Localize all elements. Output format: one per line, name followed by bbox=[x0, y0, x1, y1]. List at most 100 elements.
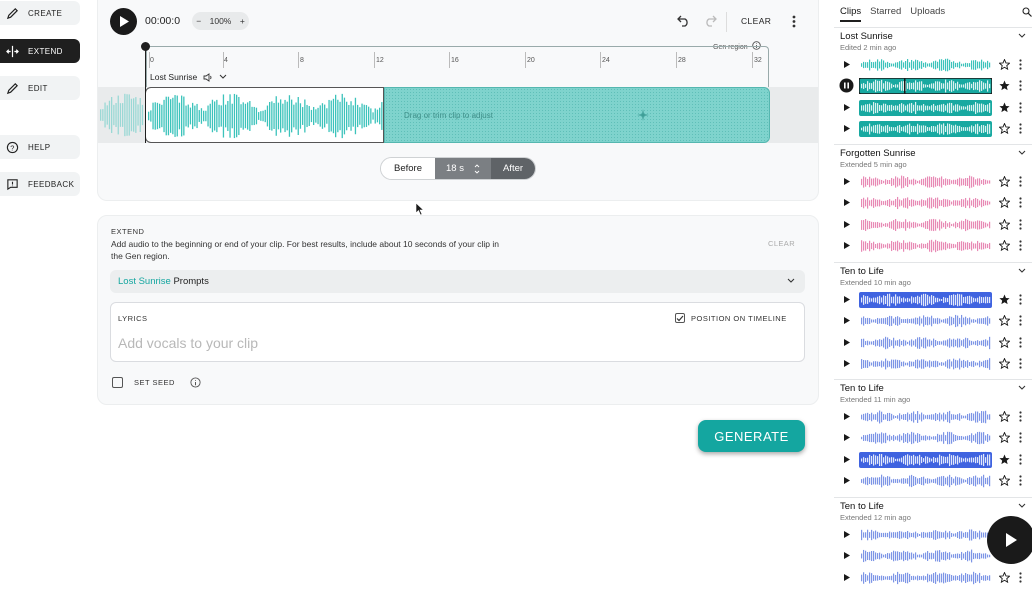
play-icon[interactable] bbox=[844, 455, 850, 463]
clear-extend-button[interactable]: CLEAR bbox=[768, 239, 795, 248]
clip-row[interactable] bbox=[834, 194, 1032, 212]
clip-waveform[interactable] bbox=[859, 430, 992, 446]
clip-waveform[interactable] bbox=[859, 99, 992, 116]
clip-waveform[interactable] bbox=[859, 356, 992, 372]
clip-row[interactable] bbox=[834, 408, 1032, 426]
clip-waveform[interactable] bbox=[859, 335, 992, 351]
play-icon[interactable] bbox=[844, 552, 850, 560]
more-vert-icon[interactable] bbox=[1019, 475, 1022, 486]
audio-clip[interactable] bbox=[145, 87, 384, 143]
clip-waveform[interactable] bbox=[859, 238, 992, 254]
play-icon[interactable] bbox=[844, 359, 850, 367]
tab-clips[interactable]: Clips bbox=[840, 6, 862, 22]
nav-feedback[interactable]: FEEDBACK bbox=[0, 172, 80, 196]
more-vert-icon[interactable] bbox=[1019, 240, 1022, 251]
clip-row[interactable] bbox=[834, 77, 1032, 95]
position-on-timeline-toggle[interactable]: POSITION ON TIMELINE bbox=[675, 313, 787, 323]
main-play-button[interactable] bbox=[110, 8, 137, 35]
chevron-down-icon[interactable] bbox=[1018, 503, 1026, 509]
more-vert-icon[interactable] bbox=[1019, 294, 1022, 305]
set-seed-toggle[interactable]: SET SEED bbox=[112, 377, 201, 388]
more-vert-icon[interactable] bbox=[1019, 176, 1022, 187]
chevron-down-icon[interactable] bbox=[219, 74, 227, 80]
clip-row[interactable] bbox=[834, 99, 1032, 117]
star-outline-icon[interactable] bbox=[999, 411, 1010, 422]
clip-row[interactable] bbox=[834, 334, 1032, 352]
clip-waveform[interactable] bbox=[859, 78, 992, 95]
star-filled-icon[interactable] bbox=[999, 102, 1010, 113]
tab-starred[interactable]: Starred bbox=[870, 6, 901, 22]
chevron-down-icon[interactable] bbox=[1018, 268, 1026, 274]
clip-row[interactable] bbox=[834, 472, 1032, 490]
play-icon[interactable] bbox=[844, 296, 850, 303]
clear-timeline-button[interactable]: CLEAR bbox=[741, 16, 771, 26]
star-outline-icon[interactable] bbox=[999, 315, 1010, 327]
nav-edit[interactable]: EDIT bbox=[0, 76, 80, 100]
play-icon[interactable] bbox=[844, 338, 850, 346]
clip-row[interactable] bbox=[834, 237, 1032, 255]
more-vert-icon[interactable] bbox=[1019, 336, 1022, 348]
chevron-down-icon[interactable] bbox=[1018, 33, 1026, 39]
star-outline-icon[interactable] bbox=[999, 357, 1010, 369]
more-vert-icon[interactable] bbox=[1019, 218, 1022, 230]
more-vert-icon[interactable] bbox=[1019, 411, 1022, 422]
more-vert-icon[interactable] bbox=[1019, 197, 1022, 208]
more-vert-icon[interactable] bbox=[1019, 432, 1022, 443]
clip-row[interactable] bbox=[834, 56, 1032, 74]
zoom-in-button[interactable]: + bbox=[240, 16, 245, 26]
nav-extend[interactable]: EXTEND bbox=[0, 39, 80, 63]
nav-create[interactable]: CREATE bbox=[0, 1, 80, 25]
volume-icon[interactable] bbox=[203, 72, 213, 82]
play-icon[interactable] bbox=[844, 476, 850, 484]
clip-waveform[interactable] bbox=[859, 217, 992, 233]
redo-button[interactable] bbox=[703, 14, 717, 28]
duration-stepper[interactable]: 18 s bbox=[435, 158, 491, 179]
clip-waveform[interactable] bbox=[859, 570, 992, 586]
more-options-button[interactable] bbox=[789, 14, 799, 28]
clip-waveform[interactable] bbox=[859, 409, 992, 425]
search-icon[interactable] bbox=[1022, 7, 1032, 17]
star-outline-icon[interactable] bbox=[999, 122, 1010, 134]
star-outline-icon[interactable] bbox=[999, 59, 1010, 70]
playhead[interactable] bbox=[145, 44, 146, 143]
clip-waveform[interactable] bbox=[859, 174, 992, 190]
play-icon[interactable] bbox=[844, 124, 850, 132]
star-outline-icon[interactable] bbox=[999, 474, 1010, 486]
tab-uploads[interactable]: Uploads bbox=[910, 6, 945, 22]
clip-waveform[interactable] bbox=[859, 57, 992, 73]
clip-row[interactable] bbox=[834, 173, 1032, 191]
lyrics-input[interactable] bbox=[110, 302, 805, 362]
play-icon[interactable] bbox=[844, 220, 850, 228]
floating-play-button[interactable] bbox=[987, 516, 1032, 564]
nav-help[interactable]: ? HELP bbox=[0, 135, 80, 159]
more-vert-icon[interactable] bbox=[1019, 59, 1022, 70]
clip-waveform[interactable] bbox=[859, 120, 992, 137]
clip-waveform[interactable] bbox=[859, 451, 992, 468]
star-outline-icon[interactable] bbox=[999, 432, 1010, 444]
checkbox-icon[interactable] bbox=[112, 377, 123, 388]
before-option[interactable]: Before bbox=[381, 158, 435, 179]
clip-row[interactable] bbox=[834, 569, 1032, 587]
star-filled-icon[interactable] bbox=[999, 294, 1010, 305]
after-option[interactable]: After bbox=[491, 158, 535, 179]
info-icon[interactable] bbox=[190, 377, 201, 388]
clip-waveform[interactable] bbox=[859, 195, 992, 211]
clip-row[interactable] bbox=[834, 216, 1032, 234]
play-icon[interactable] bbox=[844, 434, 850, 442]
play-icon[interactable] bbox=[844, 241, 850, 249]
generate-button[interactable]: GENERATE bbox=[698, 420, 805, 452]
clip-row[interactable] bbox=[834, 291, 1032, 309]
prompts-dropdown[interactable]: Lost Sunrise Prompts bbox=[110, 270, 805, 293]
star-filled-icon[interactable] bbox=[999, 80, 1010, 91]
play-icon[interactable] bbox=[844, 413, 850, 420]
playhead-handle[interactable] bbox=[141, 42, 150, 51]
play-icon[interactable] bbox=[844, 103, 850, 111]
star-outline-icon[interactable] bbox=[999, 571, 1010, 583]
play-icon[interactable] bbox=[844, 531, 850, 538]
star-outline-icon[interactable] bbox=[999, 218, 1010, 230]
clip-row[interactable] bbox=[834, 451, 1032, 469]
clip-waveform[interactable] bbox=[859, 473, 992, 489]
play-icon[interactable] bbox=[844, 573, 850, 581]
clip-row[interactable] bbox=[834, 120, 1032, 138]
clip-waveform[interactable] bbox=[859, 292, 992, 308]
